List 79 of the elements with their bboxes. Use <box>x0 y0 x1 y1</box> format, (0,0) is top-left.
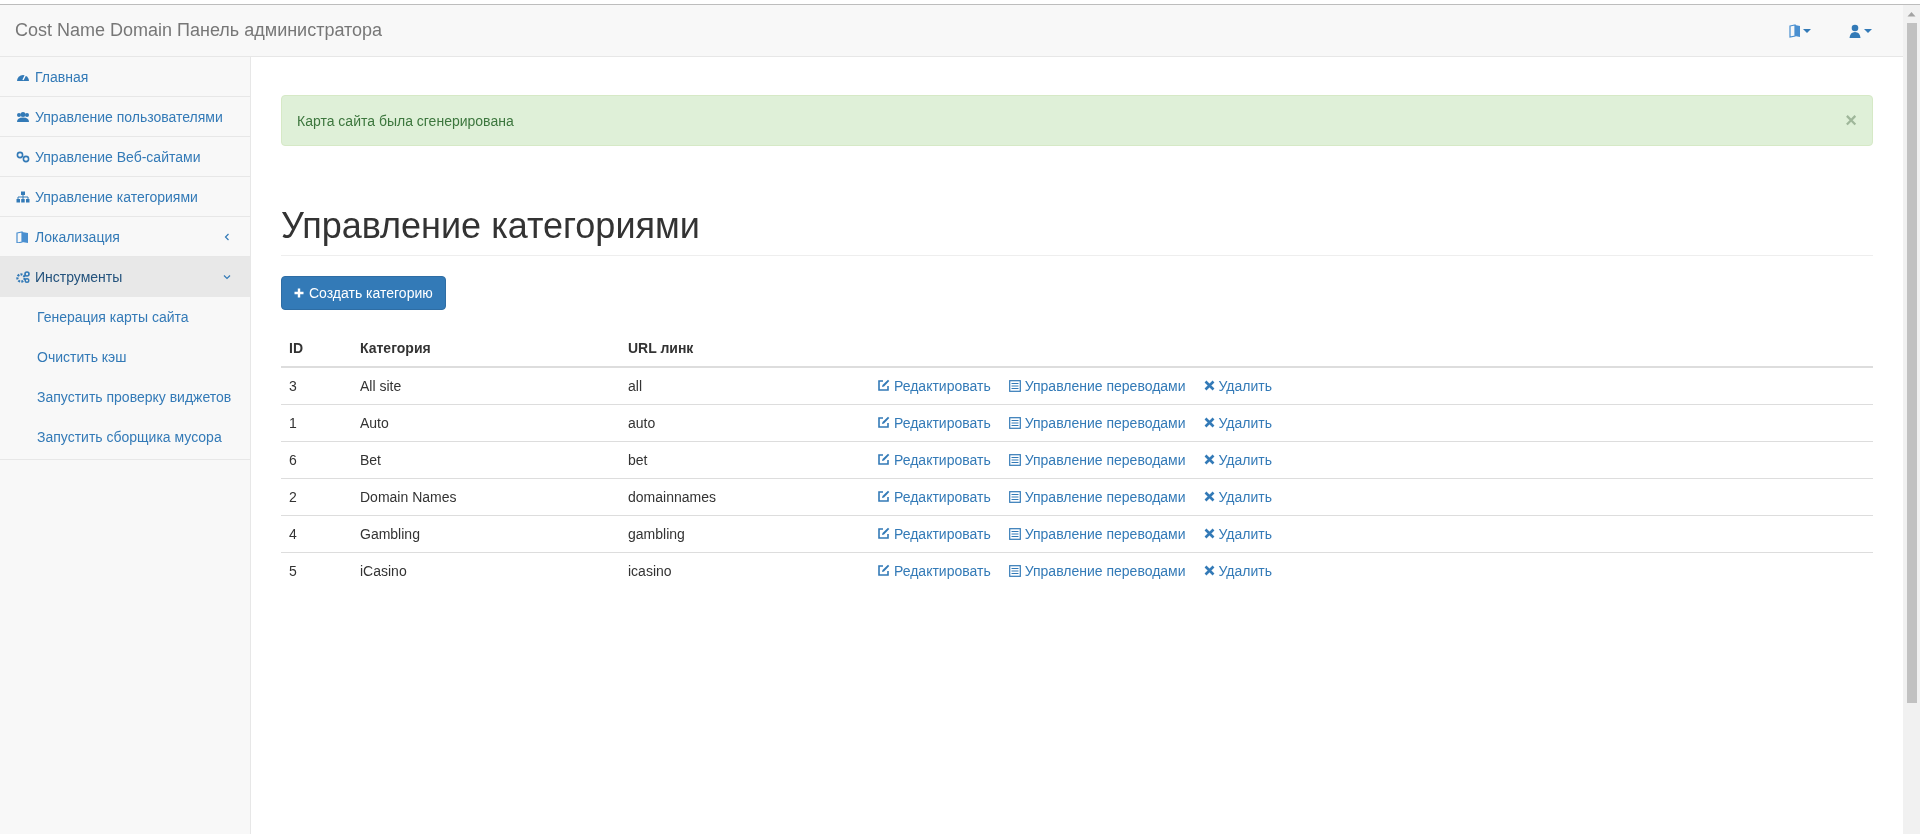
translations-link[interactable]: Управление переводами <box>1008 560 1186 581</box>
sidebar-item[interactable]: Управление категориями <box>0 177 250 217</box>
sidebar-item[interactable]: Инструменты <box>0 257 250 297</box>
table-cell: Bet <box>352 441 620 479</box>
delete-link[interactable]: Удалить <box>1203 449 1272 470</box>
edit-icon <box>877 564 890 578</box>
table-cell: Domain Names <box>352 478 620 516</box>
edit-icon <box>877 379 890 393</box>
delete-icon <box>1203 380 1215 392</box>
edit-link[interactable]: Редактировать <box>877 560 991 581</box>
edit-icon <box>877 490 890 504</box>
delete-icon <box>1203 565 1215 577</box>
delete-link[interactable]: Удалить <box>1203 560 1272 581</box>
table-cell: domainnames <box>620 478 869 516</box>
translations-link[interactable]: Управление переводами <box>1008 412 1186 433</box>
sitemap-icon <box>16 190 30 203</box>
table-cell: All site <box>352 366 620 405</box>
scrollbar-thumb[interactable] <box>1906 23 1917 703</box>
sidebar-item[interactable]: Главная <box>0 57 250 97</box>
table-cell: bet <box>620 441 869 479</box>
edit-icon <box>877 416 890 430</box>
list-icon <box>1008 564 1021 577</box>
link-icon <box>16 150 30 163</box>
list-icon <box>1008 416 1021 429</box>
users-icon <box>16 110 30 123</box>
edit-icon <box>877 527 890 541</box>
scrollbar[interactable] <box>1903 5 1920 834</box>
table-cell: 3 <box>281 366 352 405</box>
sidebar-item[interactable]: Управление пользователями <box>0 97 250 137</box>
delete-icon <box>1203 454 1215 466</box>
list-icon <box>1008 490 1021 503</box>
column-header: Категория <box>352 329 620 367</box>
table-cell: 4 <box>281 515 352 553</box>
list-icon <box>1008 453 1021 466</box>
edit-link[interactable]: Редактировать <box>877 523 991 544</box>
create-category-button[interactable]: Создать категорию <box>281 275 446 310</box>
table-cell: 1 <box>281 404 352 442</box>
edit-icon <box>877 453 890 467</box>
delete-link[interactable]: Удалить <box>1203 412 1272 433</box>
column-header: ID <box>281 329 352 367</box>
delete-icon <box>1203 417 1215 429</box>
brand-title[interactable]: Cost Name Domain Панель администратора <box>15 20 383 41</box>
alert-message: Карта сайта была сгенерирована <box>297 112 514 129</box>
page-title: Управление категориями <box>281 206 1873 256</box>
column-header: URL линк <box>620 329 869 367</box>
sidebar-item[interactable]: Управление Веб-сайтами <box>0 137 250 177</box>
scroll-up-icon[interactable] <box>1907 11 1916 17</box>
translations-link[interactable]: Управление переводами <box>1008 523 1186 544</box>
user-icon <box>1849 23 1875 38</box>
table-cell: Gambling <box>352 515 620 553</box>
edit-link[interactable]: Редактировать <box>877 375 991 396</box>
translations-link[interactable]: Управление переводами <box>1008 375 1186 396</box>
table-cell: icasino <box>620 552 869 589</box>
table-cell: auto <box>620 404 869 442</box>
sidebar-subitem[interactable]: Генерация карты сайта <box>0 297 250 337</box>
list-icon <box>1008 379 1021 392</box>
delete-link[interactable]: Удалить <box>1203 486 1272 507</box>
table-cell: 6 <box>281 441 352 479</box>
plus-icon <box>294 287 304 298</box>
translations-link[interactable]: Управление переводами <box>1008 449 1186 470</box>
translations-link[interactable]: Управление переводами <box>1008 486 1186 507</box>
delete-icon <box>1203 491 1215 503</box>
table-cell: gambling <box>620 515 869 553</box>
edit-link[interactable]: Редактировать <box>877 449 991 470</box>
table-cell: 5 <box>281 552 352 589</box>
edit-link[interactable]: Редактировать <box>877 412 991 433</box>
table-cell: 2 <box>281 478 352 516</box>
sidebar-subitem[interactable]: Запустить сборщика мусора <box>0 417 250 457</box>
sidebar-subitem[interactable]: Очистить кэш <box>0 337 250 377</box>
delete-link[interactable]: Удалить <box>1203 523 1272 544</box>
table-cell: all <box>620 366 869 405</box>
edit-link[interactable]: Редактировать <box>877 486 991 507</box>
list-icon <box>1008 527 1021 540</box>
gears-icon <box>16 271 30 283</box>
sidebar-subitem[interactable]: Запустить проверку виджетов <box>0 377 250 417</box>
table-cell: Auto <box>352 404 620 442</box>
delete-icon <box>1203 528 1215 540</box>
table-cell: iCasino <box>352 552 620 589</box>
delete-link[interactable]: Удалить <box>1203 375 1272 396</box>
